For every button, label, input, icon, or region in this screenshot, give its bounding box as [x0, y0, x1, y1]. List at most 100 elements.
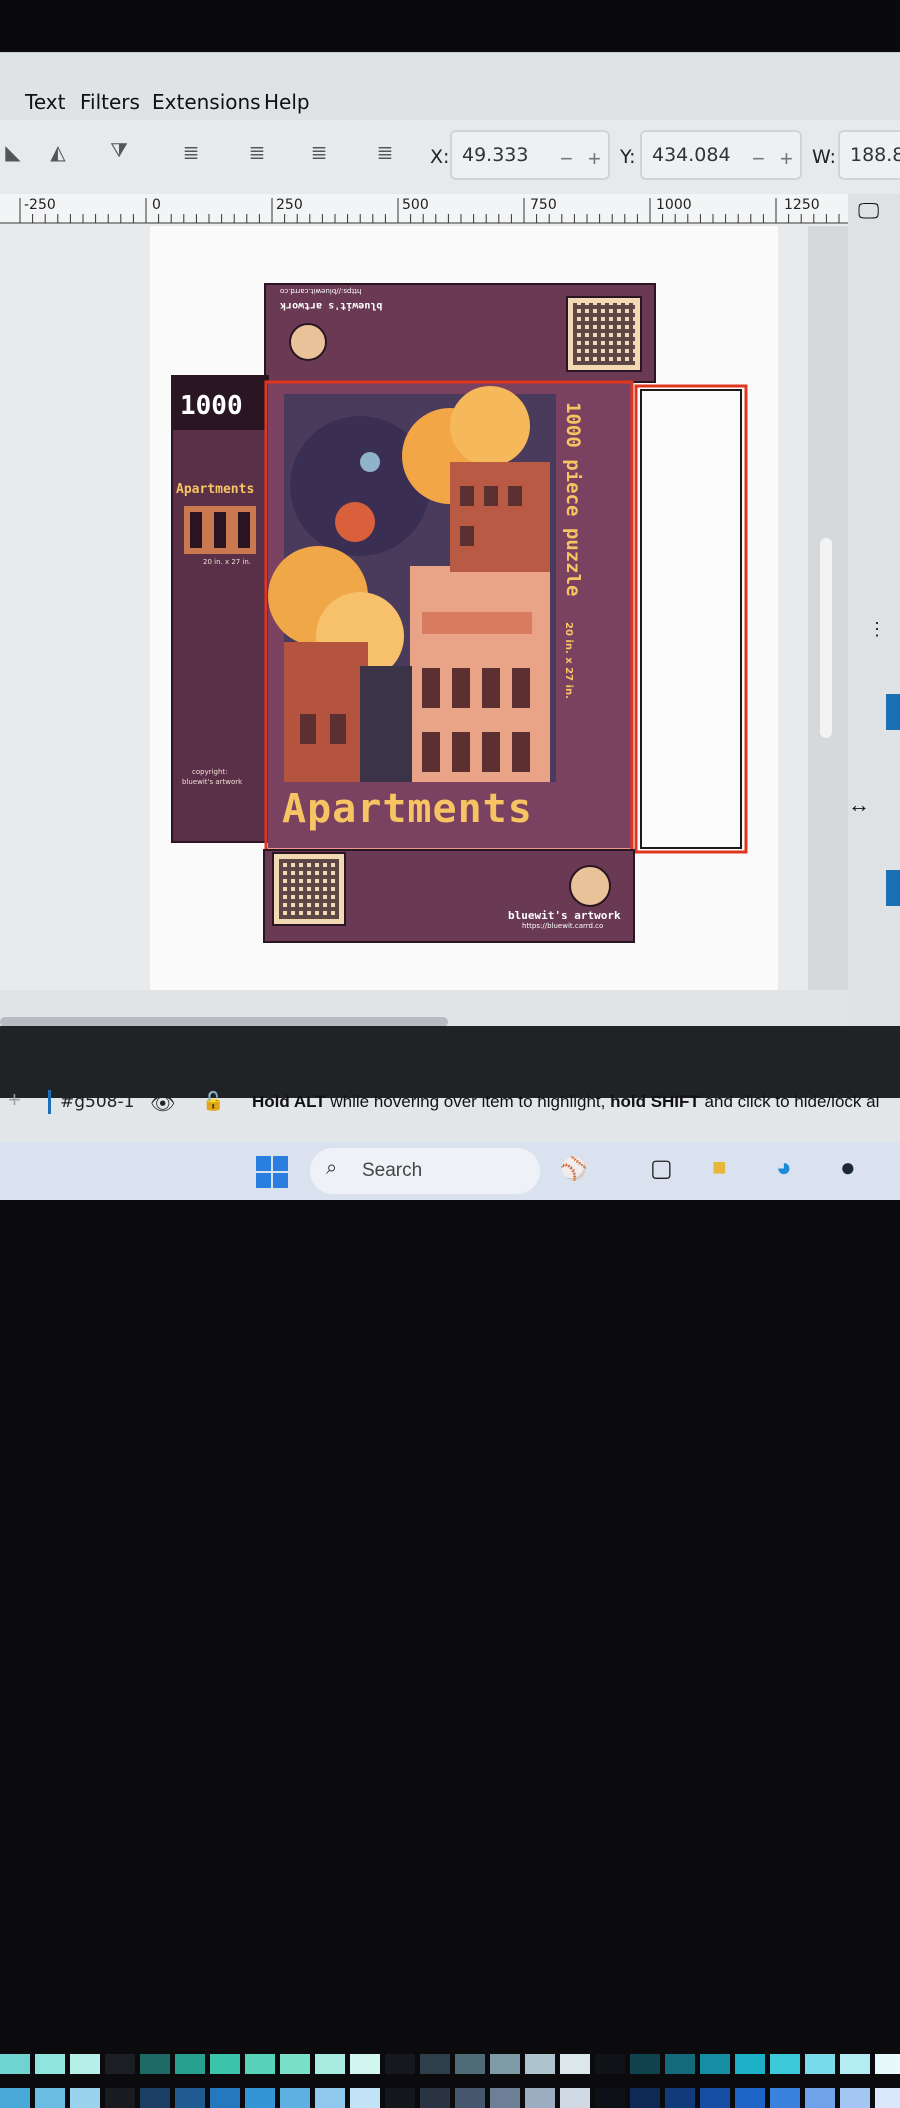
palette-swatch[interactable] — [0, 2088, 30, 2108]
task-view-icon[interactable]: ▢ — [650, 1154, 673, 1183]
palette-swatch[interactable] — [665, 2088, 695, 2108]
windows-start-icon[interactable] — [256, 1156, 288, 1188]
spine-copyright-2: bluewit's artwork — [182, 778, 243, 786]
palette-swatch[interactable] — [350, 2088, 380, 2108]
y-minus-icon[interactable]: − — [752, 146, 765, 172]
palette-swatch[interactable] — [560, 2088, 590, 2108]
palette-swatch[interactable] — [70, 2054, 100, 2074]
palette-swatch[interactable] — [490, 2054, 520, 2074]
palette-swatch[interactable] — [595, 2088, 625, 2108]
palette-swatch[interactable] — [525, 2088, 555, 2108]
palette-swatch[interactable] — [175, 2088, 205, 2108]
eye-icon[interactable]: 👁 — [150, 1091, 175, 1116]
palette-swatch[interactable] — [805, 2054, 835, 2074]
palette-swatch[interactable] — [735, 2088, 765, 2108]
palette-swatch[interactable] — [385, 2088, 415, 2108]
palette-swatch[interactable] — [630, 2088, 660, 2108]
palette-swatch[interactable] — [350, 2054, 380, 2074]
avatar — [289, 323, 327, 361]
palette-swatch[interactable] — [105, 2088, 135, 2108]
palette-swatch[interactable] — [140, 2088, 170, 2108]
panel-tab[interactable] — [886, 870, 900, 906]
menu-text[interactable]: Text — [25, 90, 65, 114]
palette-swatch[interactable] — [455, 2054, 485, 2074]
x-value: 49.333 — [462, 144, 529, 166]
palette-swatch[interactable] — [105, 2054, 135, 2074]
raise-to-top-icon[interactable]: ≣ — [178, 140, 204, 170]
flip-vertical-icon[interactable]: ⧩ — [106, 140, 132, 170]
avatar — [569, 865, 611, 907]
color-palette[interactable] — [0, 1026, 900, 2108]
palette-swatch[interactable] — [840, 2088, 870, 2108]
y-field[interactable]: 434.084 — [640, 130, 802, 180]
x-minus-icon[interactable]: − — [560, 146, 573, 172]
panel-menu-icon[interactable]: ⋮ — [868, 620, 886, 638]
palette-swatch[interactable] — [245, 2088, 275, 2108]
steam-icon[interactable]: ● — [840, 1152, 856, 1183]
palette-swatch[interactable] — [175, 2054, 205, 2074]
w-field[interactable]: 188.84 — [838, 130, 900, 180]
palette-swatch[interactable] — [35, 2054, 65, 2074]
palette-swatch[interactable] — [770, 2054, 800, 2074]
ruler-label: 1000 — [656, 197, 692, 213]
palette-swatch[interactable] — [735, 2054, 765, 2074]
palette-swatch[interactable] — [840, 2054, 870, 2074]
lower-to-bottom-icon[interactable]: ≣ — [372, 140, 398, 170]
menu-filters[interactable]: Filters — [80, 90, 140, 114]
selected-object-id[interactable]: #g508-1 — [60, 1092, 134, 1112]
file-explorer-icon[interactable]: ■ — [712, 1154, 727, 1182]
x-plus-icon[interactable]: + — [588, 146, 601, 172]
palette-swatch[interactable] — [385, 2054, 415, 2074]
add-icon[interactable]: + — [8, 1087, 21, 1113]
canvas-vertical-scroll-area[interactable] — [808, 226, 848, 1026]
menu-help[interactable]: Help — [264, 90, 310, 114]
palette-swatch[interactable] — [630, 2054, 660, 2074]
palette-swatch[interactable] — [35, 2088, 65, 2108]
x-field[interactable]: 49.333 — [450, 130, 610, 180]
palette-swatch[interactable] — [490, 2088, 520, 2108]
palette-swatch[interactable] — [875, 2054, 900, 2074]
lower-icon[interactable]: ≣ — [306, 140, 332, 170]
windows-taskbar: ⌕ Search ⚾ ▢ ■ ◕ ● — [0, 1142, 900, 1200]
menu-extensions[interactable]: Extensions — [152, 90, 261, 114]
palette-swatch[interactable] — [420, 2054, 450, 2074]
status-message: Hold ALT while hovering over item to hig… — [252, 1092, 880, 1111]
taskbar-search-box[interactable]: ⌕ Search — [310, 1148, 540, 1194]
palette-swatch[interactable] — [700, 2054, 730, 2074]
w-label: W: — [812, 146, 837, 168]
flip-horizontal-icon[interactable]: ◭ — [45, 140, 71, 170]
edge-browser-icon[interactable]: ◕ — [776, 1152, 792, 1183]
raise-icon[interactable]: ≣ — [244, 140, 270, 170]
palette-swatch[interactable] — [245, 2054, 275, 2074]
palette-swatch[interactable] — [665, 2054, 695, 2074]
palette-swatch[interactable] — [280, 2088, 310, 2108]
previous-tool-icon[interactable]: ◣ — [0, 140, 26, 170]
puzzle-box-artwork[interactable] — [160, 276, 760, 956]
palette-swatch[interactable] — [525, 2054, 555, 2074]
spine-title: Apartments — [176, 482, 255, 497]
y-plus-icon[interactable]: + — [780, 146, 793, 172]
palette-swatch[interactable] — [315, 2088, 345, 2108]
palette-swatch[interactable] — [70, 2088, 100, 2108]
palette-swatch[interactable] — [280, 2054, 310, 2074]
palette-swatch[interactable] — [560, 2054, 590, 2074]
palette-swatch[interactable] — [770, 2088, 800, 2108]
search-highlight-icon[interactable]: ⚾ — [560, 1156, 587, 1182]
main-title: Apartments — [282, 786, 533, 832]
palette-swatch[interactable] — [700, 2088, 730, 2108]
vertical-scroll-thumb[interactable] — [820, 538, 832, 738]
panel-tab[interactable] — [886, 694, 900, 730]
palette-swatch[interactable] — [210, 2054, 240, 2074]
palette-swatch[interactable] — [140, 2054, 170, 2074]
unlock-icon[interactable]: 🔓 — [202, 1091, 224, 1112]
palette-swatch[interactable] — [315, 2054, 345, 2074]
palette-swatch[interactable] — [0, 2054, 30, 2074]
palette-swatch[interactable] — [805, 2088, 835, 2108]
palette-swatch[interactable] — [595, 2054, 625, 2074]
palette-swatch[interactable] — [455, 2088, 485, 2108]
display-mode-icon[interactable]: 🖵 — [858, 198, 879, 224]
resize-handle-icon[interactable]: ↔ — [848, 792, 870, 818]
palette-swatch[interactable] — [420, 2088, 450, 2108]
palette-swatch[interactable] — [875, 2088, 900, 2108]
palette-swatch[interactable] — [210, 2088, 240, 2108]
